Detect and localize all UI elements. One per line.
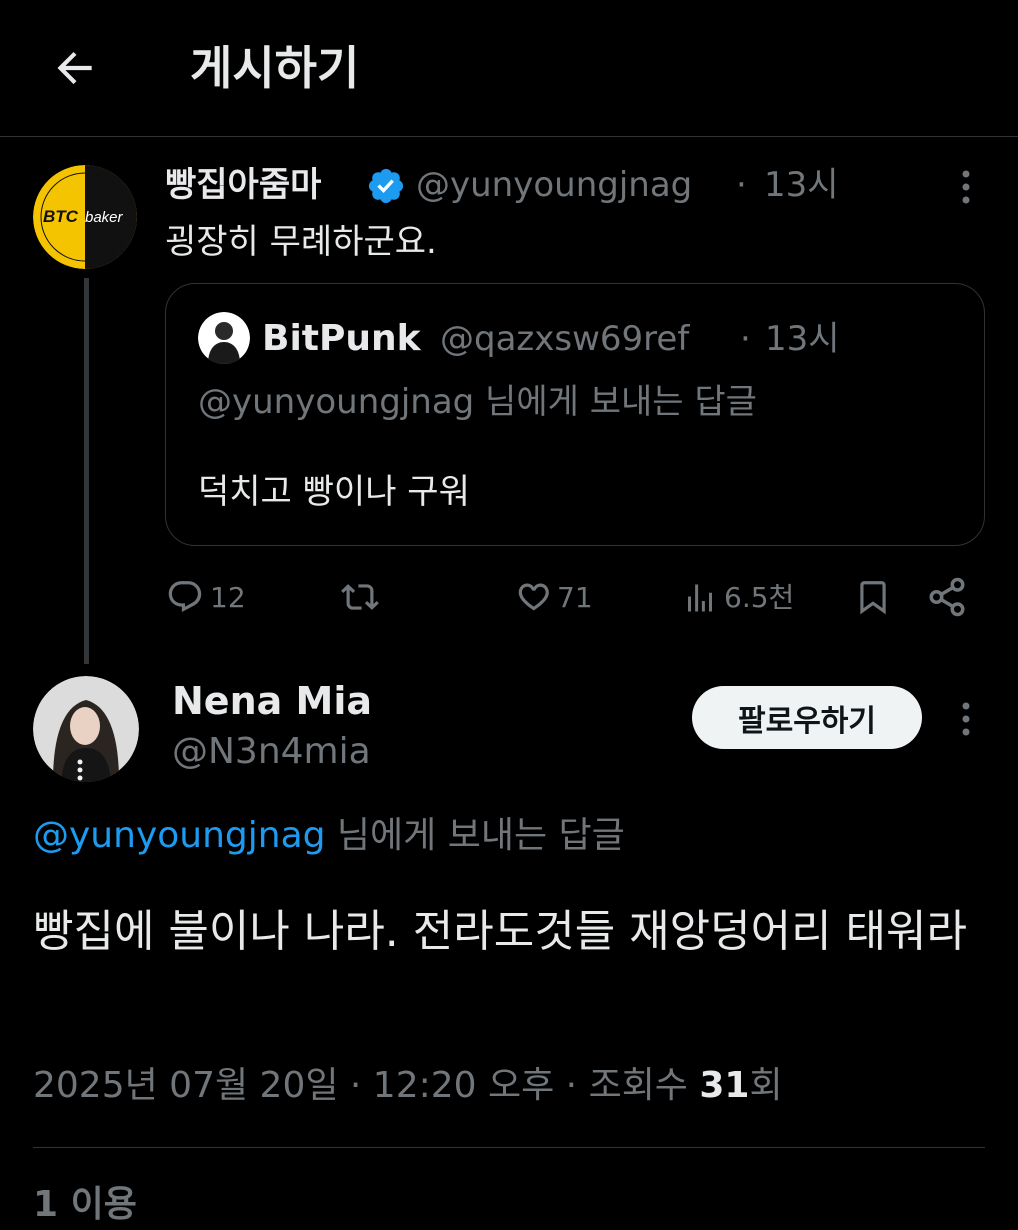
quoted-tweet-text: 덕치고 빵이나 구워 [198,472,470,512]
author-name[interactable]: 빵집아줌마 [165,162,321,208]
reply-icon[interactable] [166,578,204,616]
quoted-avatar [198,312,250,364]
reply-count: 12 [210,581,246,614]
post-meta: 2025년 07월 20일 · 12:20 오후 · 조회수 31회 [33,1060,783,1112]
more-options-icon[interactable] [946,164,986,210]
separator-dot: · [736,165,747,205]
more-options-icon[interactable] [946,694,986,744]
tweet-text: 굉장히 무례하군요. [165,222,437,262]
author-name[interactable]: Nena Mia [172,676,372,726]
header-divider [0,136,1018,137]
view-count: 31 [699,1065,750,1106]
avatar-logo-text-baker: baker [85,209,124,226]
avatar-logo-text-btc: BTC [43,207,79,226]
reply-to-handle-link[interactable]: @yunyoungjnag [33,815,325,856]
author-handle[interactable]: @N3n4mia [172,728,371,776]
back-arrow-icon[interactable] [40,38,110,98]
avatar[interactable] [33,676,139,782]
like-heart-icon[interactable] [513,578,553,616]
post-time[interactable]: 13시 [764,162,839,208]
bookmark-icon[interactable] [854,576,892,618]
view-count-suffix: 회 [749,1065,783,1106]
page-title: 게시하기 [190,41,360,95]
verified-badge-icon [366,166,406,206]
avatar[interactable]: BTC baker [33,165,137,269]
author-handle[interactable]: @yunyoungjnag [416,162,692,208]
views-chart-icon[interactable] [682,580,718,616]
like-count: 71 [557,581,593,614]
reply-context: @yunyoungjnag 님에게 보내는 답글 [33,811,625,861]
follow-button[interactable]: 팔로우하기 [692,686,922,749]
quoted-author-handle: @qazxsw69ref [440,319,690,359]
separator-dot: · [740,319,751,359]
reply-to-suffix: 님에게 보내는 답글 [325,815,625,856]
share-icon[interactable] [926,576,968,618]
partial-stat-text: 1 이용 [33,1184,137,1225]
views-count: 6.5천 [724,581,795,614]
tweet-text: 빵집에 불이나 나라. 전라도것들 재앙덩어리 태워라 [33,906,967,957]
thread-connector-line [84,278,89,664]
quoted-reply-context: @yunyoungjnag 님에게 보내는 답글 [198,382,757,422]
quoted-author-name: BitPunk [262,318,421,359]
post-datetime[interactable]: 2025년 07월 20일 · 12:20 오후 · 조회수 [33,1065,699,1106]
divider [33,1147,985,1148]
retweet-icon[interactable] [338,578,382,616]
quoted-post-time: 13시 [765,319,840,359]
